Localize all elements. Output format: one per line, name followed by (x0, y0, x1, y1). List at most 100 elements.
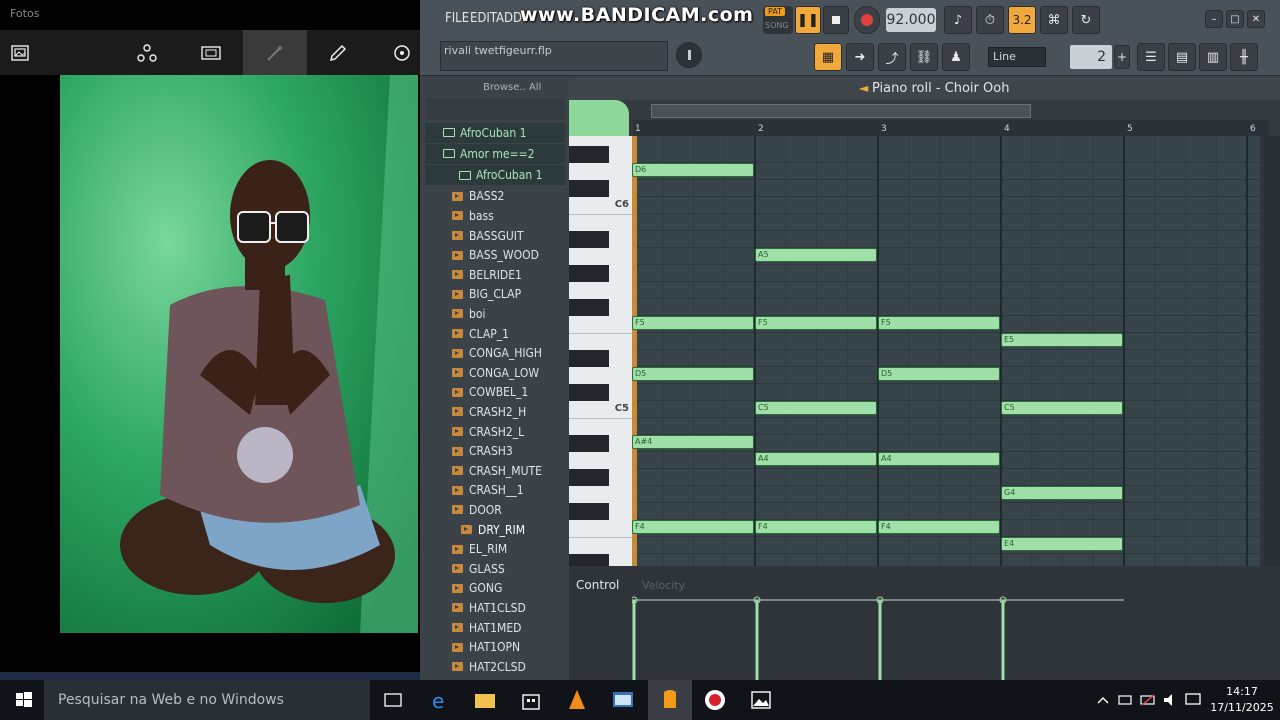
note[interactable]: F5 (632, 316, 754, 330)
channel-rack-button[interactable]: ☰ (1137, 43, 1165, 71)
note[interactable]: C5 (1001, 401, 1123, 415)
browser-item[interactable]: BASS2 (425, 187, 565, 207)
browser-folder[interactable]: Amor me==2 (425, 144, 565, 164)
master-volume-knob[interactable] (676, 42, 702, 68)
browser-item[interactable]: COWBEL_1 (425, 383, 565, 403)
note-grid[interactable]: D6 A5 F5 F5 F5 E5 D5 D5 C5 C5 A#4 A4 A4 G4 F4 F4 F4 E4 (632, 136, 1260, 566)
note[interactable]: A4 (878, 452, 1000, 466)
task-view-icon[interactable] (381, 688, 405, 712)
browser-item[interactable]: CRASH_MUTE (425, 461, 565, 481)
slideshow-icon[interactable] (183, 30, 239, 75)
black-key[interactable] (569, 435, 609, 452)
image-icon[interactable] (0, 30, 48, 75)
overview-handle[interactable] (569, 100, 629, 136)
minimize-button[interactable]: – (1205, 10, 1223, 28)
chevron-up-icon[interactable] (1094, 688, 1112, 712)
browser-item[interactable]: boi (425, 304, 565, 324)
step-size-input[interactable]: 2 (1070, 45, 1112, 69)
note[interactable]: G4 (1001, 486, 1123, 500)
magic-wand-icon[interactable] (243, 30, 307, 75)
browser-item[interactable]: BIG_CLAP (425, 285, 565, 305)
playlist-button[interactable]: ▦ (814, 43, 842, 71)
note[interactable]: A5 (755, 248, 877, 262)
browser-button[interactable]: ▥ (1199, 43, 1227, 71)
pat-song-toggle[interactable]: PAT SONG (763, 6, 793, 34)
menu-add[interactable]: ADD (496, 11, 522, 26)
notification-icon[interactable] (1184, 688, 1202, 712)
note[interactable]: D5 (878, 367, 1000, 381)
volume-icon[interactable] (1161, 688, 1179, 712)
metronome-button[interactable]: ♪ (944, 6, 972, 34)
note[interactable]: A4 (755, 452, 877, 466)
step-increase-button[interactable]: + (1114, 45, 1130, 69)
browser-item[interactable]: EL_RIM (425, 539, 565, 559)
wait-input-button[interactable]: ⏱ (976, 6, 1004, 34)
piano-keyboard[interactable]: C6 C5 (569, 136, 632, 566)
black-key[interactable] (569, 299, 609, 316)
browser-folder[interactable]: AfroCuban 1 (425, 123, 565, 143)
browser-folder[interactable]: AfroCuban 1 (425, 165, 565, 185)
app-window-icon[interactable] (611, 688, 635, 712)
black-key[interactable] (569, 180, 609, 197)
store-icon[interactable] (519, 688, 543, 712)
bandicam-icon[interactable] (703, 688, 727, 712)
black-key[interactable] (569, 146, 609, 163)
link-button[interactable]: ⛓ (910, 43, 938, 71)
black-key[interactable] (569, 503, 609, 520)
browser-item[interactable]: HAT1CLSD (425, 598, 565, 618)
snap-select[interactable]: Line (988, 47, 1046, 67)
browser-item[interactable]: BASS_WOOD (425, 245, 565, 265)
browser-item[interactable]: HAT2CLSD (425, 657, 565, 677)
photos-app-icon[interactable] (749, 688, 773, 712)
stop-button[interactable] (823, 6, 849, 34)
black-key[interactable] (569, 554, 609, 566)
stamp-button[interactable]: ♟ (942, 43, 970, 71)
browser-item[interactable]: GLASS (425, 559, 565, 579)
windows-start-icon[interactable] (12, 688, 36, 712)
file-explorer-icon[interactable] (473, 688, 497, 712)
crop-people-icon[interactable] (119, 30, 175, 75)
close-button[interactable]: ✕ (1247, 10, 1265, 28)
clock-date[interactable]: 17/11/2025 (1210, 701, 1274, 714)
browser-item[interactable]: CRASH2_H (425, 402, 565, 422)
browser-item[interactable]: CONGA_HIGH (425, 343, 565, 363)
note[interactable]: F4 (632, 520, 754, 534)
slide-button[interactable]: ⤴ (878, 43, 906, 71)
black-key[interactable] (569, 231, 609, 248)
browser-item[interactable]: bass (425, 206, 565, 226)
browser-item[interactable]: BELRIDE1 (425, 265, 565, 285)
mixer-button[interactable]: ╫ (1230, 43, 1258, 71)
black-key[interactable] (569, 265, 609, 282)
browser-filter[interactable]: Browse.. All (483, 82, 541, 93)
browser-item[interactable]: CLAP_1 (425, 324, 565, 344)
snap-arrow-button[interactable]: ➜ (846, 43, 874, 71)
browser-item[interactable]: HAT1OPN (425, 637, 565, 657)
clock-time[interactable]: 14:17 (1222, 685, 1262, 698)
note[interactable]: F4 (878, 520, 1000, 534)
black-key[interactable] (569, 350, 609, 367)
browser-item[interactable]: CRASH3 (425, 441, 565, 461)
overview-scrollbar[interactable] (651, 104, 1031, 118)
vertical-scrollbar[interactable] (1264, 136, 1280, 566)
note[interactable]: E4 (1001, 537, 1123, 551)
browser-item[interactable]: BASSGUIT (425, 226, 565, 246)
loop-record-button[interactable]: ↻ (1072, 6, 1100, 34)
browser-item[interactable]: CRASH2_L (425, 422, 565, 442)
browser-item[interactable]: HAT1MED (425, 618, 565, 638)
time-ruler[interactable]: 1 2 3 4 5 6 (633, 120, 1269, 136)
menu-edit[interactable]: EDIT (470, 11, 497, 26)
fl-studio-taskbar-button[interactable] (648, 680, 692, 720)
browser-item[interactable]: GONG (425, 579, 565, 599)
velocity-label[interactable]: Velocity (642, 579, 685, 592)
note[interactable]: D5 (632, 367, 754, 381)
maximize-button[interactable]: □ (1226, 10, 1244, 28)
note[interactable]: F5 (755, 316, 877, 330)
step-edit-button[interactable]: ⌘ (1040, 6, 1068, 34)
taskbar-search[interactable]: Pesquisar na Web e no Windows (44, 680, 370, 720)
piano-roll-button[interactable]: ▤ (1168, 43, 1196, 71)
black-key[interactable] (569, 469, 609, 486)
battery-icon[interactable] (1139, 688, 1157, 712)
note[interactable]: F5 (878, 316, 1000, 330)
browser-item[interactable]: CRASH__1 (425, 481, 565, 501)
note[interactable]: C5 (755, 401, 877, 415)
